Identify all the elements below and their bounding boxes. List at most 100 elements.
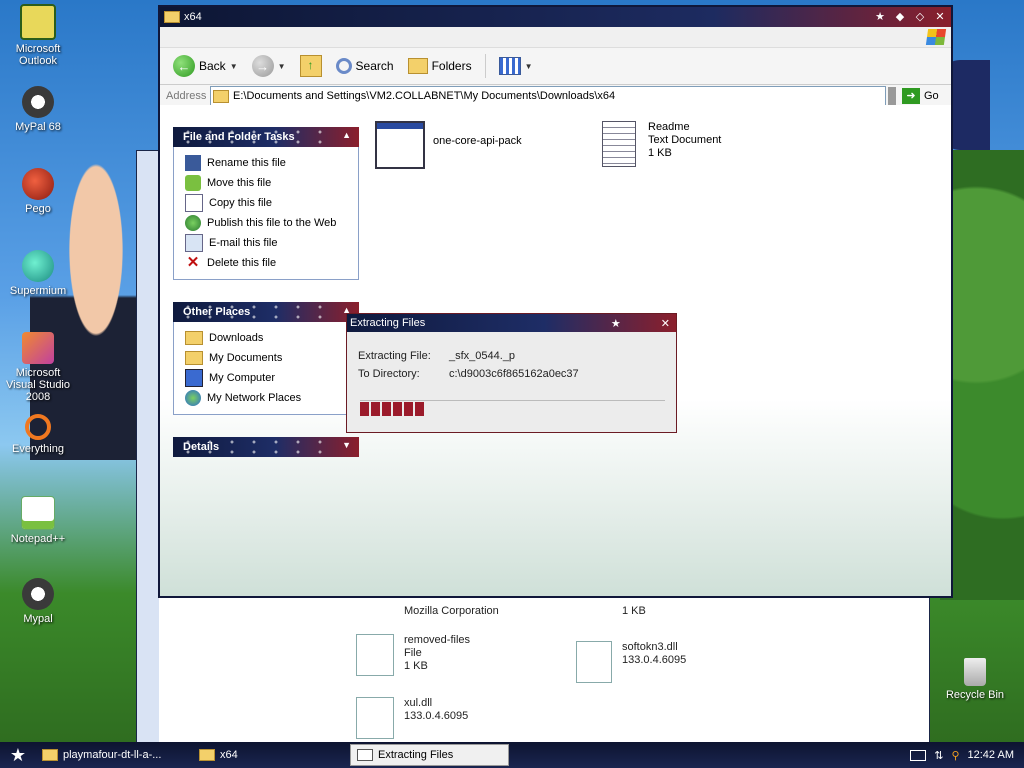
place-network[interactable]: My Network Places	[185, 388, 358, 408]
task-rename[interactable]: Rename this file	[185, 153, 358, 173]
other-places-header[interactable]: Other Places ▲	[173, 302, 359, 322]
file-tasks-panel: File and Folder Tasks ▲ Rename this file…	[173, 127, 359, 280]
back-arrow-icon: ←	[173, 55, 195, 77]
desktop-icon-supermium[interactable]: Supermium	[3, 250, 73, 297]
up-folder-button[interactable]: ↑	[295, 53, 327, 79]
mypal-icon	[22, 86, 54, 118]
clock[interactable]: 12:42 AM	[968, 749, 1014, 761]
rename-icon	[185, 155, 201, 171]
everything-icon	[25, 414, 51, 440]
network-icon	[185, 390, 201, 406]
chevron-down-icon: ▼	[524, 61, 533, 71]
chevron-down-icon: ▼	[229, 61, 238, 71]
toolbar-separator	[484, 54, 486, 78]
minimize-button[interactable]: ◆	[893, 10, 907, 24]
folders-icon	[407, 58, 428, 74]
taskbar-button-x64[interactable]: x64	[193, 745, 350, 765]
copy-icon	[185, 194, 203, 212]
address-input[interactable]: E:\Documents and Settings\VM2.COLLABNET\…	[210, 86, 886, 106]
search-button[interactable]: Search	[331, 56, 399, 76]
views-button[interactable]: ▼	[494, 55, 538, 77]
search-tray-icon[interactable]: ⚲	[951, 749, 959, 762]
place-downloads[interactable]: Downloads	[185, 328, 358, 348]
folder-icon	[185, 331, 203, 345]
mypal-icon	[22, 578, 54, 610]
network-tray-icon[interactable]: ⇅	[934, 749, 943, 762]
desktop-icon-recycle-bin[interactable]: Recycle Bin	[940, 658, 1010, 701]
file-icon	[356, 634, 394, 676]
pego-icon	[22, 168, 54, 200]
to-directory-label: To Directory:	[358, 368, 420, 380]
window-title: x64	[184, 11, 202, 23]
progress-fill	[360, 401, 665, 417]
taskbar: ★ playmafour-dt-ll-a-... x64 Extracting …	[0, 742, 1024, 768]
place-my-computer[interactable]: My Computer	[185, 368, 358, 388]
taskbar-button-extracting[interactable]: Extracting Files	[350, 744, 509, 766]
supermium-icon	[22, 250, 54, 282]
task-copy[interactable]: Copy this file	[185, 193, 358, 213]
start-button[interactable]: ★	[0, 742, 36, 768]
place-my-documents[interactable]: My Documents	[185, 348, 358, 368]
progress-bar	[360, 400, 665, 417]
task-email[interactable]: E-mail this file	[185, 233, 358, 253]
star-icon: ★	[875, 11, 885, 23]
desktop-icon-notepadpp[interactable]: Notepad++	[3, 496, 73, 545]
file-tasks-header[interactable]: File and Folder Tasks ▲	[173, 127, 359, 147]
explorer-window[interactable]: x64 ★ ◆ ◇ ✕ ← Back ▼ → ▼ ↑ Search Folder…	[158, 5, 953, 598]
recycle-bin-icon	[964, 658, 986, 686]
folder-icon	[42, 749, 58, 761]
search-icon	[335, 58, 352, 74]
progress-block	[382, 402, 391, 416]
back-file-removed-files[interactable]: removed-files File 1 KB	[356, 634, 470, 676]
taskbar-button-downloads[interactable]: playmafour-dt-ll-a-...	[36, 745, 193, 765]
desktop-icon-mypal68[interactable]: MyPal 68	[3, 86, 73, 133]
file-one-core-api-pack[interactable]: one-core-api-pack	[375, 121, 522, 169]
back-file-softokn3[interactable]: softokn3.dll 133.0.4.6095	[576, 641, 686, 683]
email-icon	[185, 234, 203, 252]
go-button[interactable]: ➜ Go	[902, 88, 939, 104]
folders-button[interactable]: Folders	[403, 56, 477, 76]
task-move[interactable]: Move this file	[185, 173, 358, 193]
desktop-icon-visual-studio[interactable]: Microsoft Visual Studio 2008	[3, 332, 73, 403]
chevron-down-icon: ▼	[277, 61, 286, 71]
views-icon	[498, 57, 521, 75]
details-header[interactable]: Details ▼	[173, 437, 359, 457]
back-file-xul[interactable]: xul.dll 133.0.4.6095	[356, 697, 468, 739]
title-bar[interactable]: x64 ★ ◆ ◇ ✕	[160, 7, 951, 27]
back-button[interactable]: ← Back ▼	[168, 53, 243, 79]
desktop-icon-mypal[interactable]: Mypal	[3, 578, 73, 625]
windows-logo-icon	[925, 29, 947, 45]
folder-icon	[164, 11, 180, 23]
desktop-icon-outlook[interactable]: Microsoft Outlook	[3, 4, 73, 67]
delete-icon: ✕	[186, 254, 200, 271]
progress-block	[404, 402, 413, 416]
back-file-mozilla[interactable]: Mozilla Corporation	[404, 605, 499, 618]
outlook-icon	[20, 4, 56, 40]
notepadpp-icon	[21, 496, 55, 530]
window-icon	[357, 749, 373, 761]
address-dropdown[interactable]	[888, 87, 896, 105]
extracting-file-label: Extracting File:	[358, 350, 431, 362]
text-document-icon	[602, 121, 636, 167]
other-places-panel: Other Places ▲ Downloads My Documents My…	[173, 302, 359, 415]
forward-button[interactable]: → ▼	[247, 53, 291, 79]
chevron-down-icon: ▼	[342, 440, 351, 450]
desktop-icon-everything[interactable]: Everything	[3, 414, 73, 455]
dll-icon	[356, 697, 394, 739]
task-publish[interactable]: Publish this file to the Web	[185, 213, 358, 233]
extracting-dialog[interactable]: Extracting Files ★ ✕ Extracting File: _s…	[346, 313, 677, 433]
back-file-text[interactable]: 1 KB	[622, 605, 646, 618]
dialog-title-bar[interactable]: Extracting Files ★ ✕	[347, 314, 676, 332]
keyboard-icon[interactable]	[910, 749, 927, 761]
forward-arrow-icon: →	[251, 55, 274, 77]
close-button[interactable]: ✕	[933, 10, 947, 24]
maximize-button[interactable]: ◇	[913, 10, 927, 24]
desktop-icon-pego[interactable]: Pego	[3, 168, 73, 215]
dialog-close-button[interactable]: ✕	[661, 317, 670, 330]
progress-block	[360, 402, 369, 416]
folder-icon	[199, 749, 215, 761]
file-readme[interactable]: Readme Text Document 1 KB	[602, 121, 721, 167]
up-folder-icon: ↑	[299, 55, 322, 77]
task-delete[interactable]: ✕ Delete this file	[185, 253, 358, 273]
folder-icon	[213, 89, 229, 103]
